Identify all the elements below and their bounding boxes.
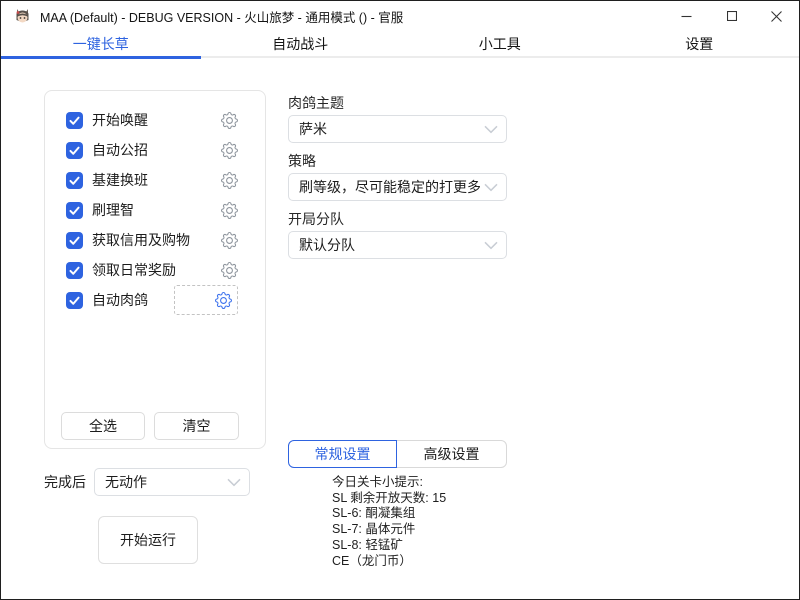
titlebar: MAA (Default) - DEBUG VERSION - 火山旅梦 - 通… [1, 1, 799, 31]
checkbox-checked[interactable] [66, 232, 83, 249]
tab-tools[interactable]: 小工具 [400, 31, 600, 56]
tab-label: 自动战斗 [272, 34, 328, 54]
minimize-icon[interactable] [664, 1, 709, 31]
tab-label: 小工具 [479, 34, 521, 54]
gear-icon[interactable] [215, 292, 232, 309]
window-title: MAA (Default) - DEBUG VERSION - 火山旅梦 - 通… [40, 7, 403, 26]
maximize-icon[interactable] [709, 1, 754, 31]
after-action-dropdown[interactable]: 无动作 [94, 468, 250, 496]
active-tab-underline [1, 56, 201, 59]
gear-icon[interactable] [221, 232, 238, 249]
checkbox-checked[interactable] [66, 292, 83, 309]
task-label: 自动肉鸽 [92, 290, 148, 310]
task-list-card: 开始唤醒 自动公招 基建换班 刷理智 获取信用及购物 领取日常奖励 [44, 90, 266, 449]
chevron-down-icon [484, 241, 498, 249]
start-run-button[interactable]: 开始运行 [98, 516, 198, 564]
tab-general-settings[interactable]: 常规设置 [288, 440, 397, 468]
task-row-roguelike[interactable]: 自动肉鸽 [45, 285, 265, 315]
tab-label: 设置 [685, 34, 713, 54]
checkbox-checked[interactable] [66, 172, 83, 189]
task-label: 开始唤醒 [92, 110, 148, 130]
app-icon [14, 8, 31, 25]
task-label: 领取日常奖励 [92, 260, 176, 280]
tab-farming[interactable]: 一键长草 [1, 31, 201, 56]
after-action-row: 完成后 无动作 [44, 468, 250, 496]
task-label: 获取信用及购物 [92, 230, 190, 250]
roguelike-theme-label: 肉鸽主题 [288, 93, 507, 110]
roguelike-panel: 肉鸽主题 萨米 策略 刷等级，尽可能稳定的打更多层数 开局分队 默认分队 [288, 93, 507, 267]
roguelike-strategy-value: 刷等级，尽可能稳定的打更多层数 [299, 177, 480, 197]
gear-icon[interactable] [221, 112, 238, 129]
roguelike-theme-dropdown[interactable]: 萨米 [288, 115, 507, 143]
roguelike-settings-highlight [174, 285, 238, 315]
tip-line: SL-6: 酮凝集组 [332, 506, 446, 522]
tab-copilot[interactable]: 自动战斗 [201, 31, 401, 56]
task-label: 刷理智 [92, 200, 134, 220]
after-action-value: 无动作 [105, 472, 147, 492]
task-row-fight[interactable]: 刷理智 [45, 195, 265, 225]
task-label: 基建换班 [92, 170, 148, 190]
gear-icon[interactable] [221, 262, 238, 279]
select-all-button[interactable]: 全选 [61, 412, 145, 440]
roguelike-squad-label: 开局分队 [288, 209, 507, 226]
tip-line: SL-8: 轻锰矿 [332, 538, 446, 554]
main-tabbar: 一键长草 自动战斗 小工具 设置 [1, 31, 799, 56]
checkbox-checked[interactable] [66, 112, 83, 129]
task-row-wakeup[interactable]: 开始唤醒 [45, 105, 265, 135]
clear-button[interactable]: 清空 [154, 412, 239, 440]
window-controls [664, 1, 799, 31]
checkbox-checked[interactable] [66, 142, 83, 159]
task-row-award[interactable]: 领取日常奖励 [45, 255, 265, 285]
settings-tab-group: 常规设置 高级设置 [288, 440, 507, 468]
task-row-mall[interactable]: 获取信用及购物 [45, 225, 265, 255]
tip-line: CE（龙门币） [332, 554, 446, 570]
tip-line: 今日关卡小提示: [332, 475, 446, 491]
maa-window: MAA (Default) - DEBUG VERSION - 火山旅梦 - 通… [0, 0, 800, 600]
tab-label: 一键长草 [73, 34, 129, 54]
task-label: 自动公招 [92, 140, 148, 160]
roguelike-theme-value: 萨米 [299, 119, 327, 139]
roguelike-strategy-label: 策略 [288, 151, 507, 168]
tip-line: SL-7: 晶体元件 [332, 522, 446, 538]
gear-icon[interactable] [221, 172, 238, 189]
chevron-down-icon [484, 183, 498, 191]
checkbox-checked[interactable] [66, 262, 83, 279]
stage-tips-block: 今日关卡小提示: SL 剩余开放天数: 15 SL-6: 酮凝集组 SL-7: … [332, 475, 446, 569]
roguelike-squad-value: 默认分队 [299, 235, 355, 255]
roguelike-squad-dropdown[interactable]: 默认分队 [288, 231, 507, 259]
tab-advanced-settings[interactable]: 高级设置 [396, 440, 507, 468]
tip-line: SL 剩余开放天数: 15 [332, 491, 446, 507]
gear-icon[interactable] [221, 202, 238, 219]
roguelike-strategy-dropdown[interactable]: 刷等级，尽可能稳定的打更多层数 [288, 173, 507, 201]
gear-icon[interactable] [221, 142, 238, 159]
checkbox-checked[interactable] [66, 202, 83, 219]
after-action-label: 完成后 [44, 472, 86, 492]
chevron-down-icon [227, 478, 241, 486]
tab-settings[interactable]: 设置 [600, 31, 800, 56]
chevron-down-icon [484, 125, 498, 133]
close-icon[interactable] [754, 1, 799, 31]
task-row-infrast[interactable]: 基建换班 [45, 165, 265, 195]
task-row-recruit[interactable]: 自动公招 [45, 135, 265, 165]
